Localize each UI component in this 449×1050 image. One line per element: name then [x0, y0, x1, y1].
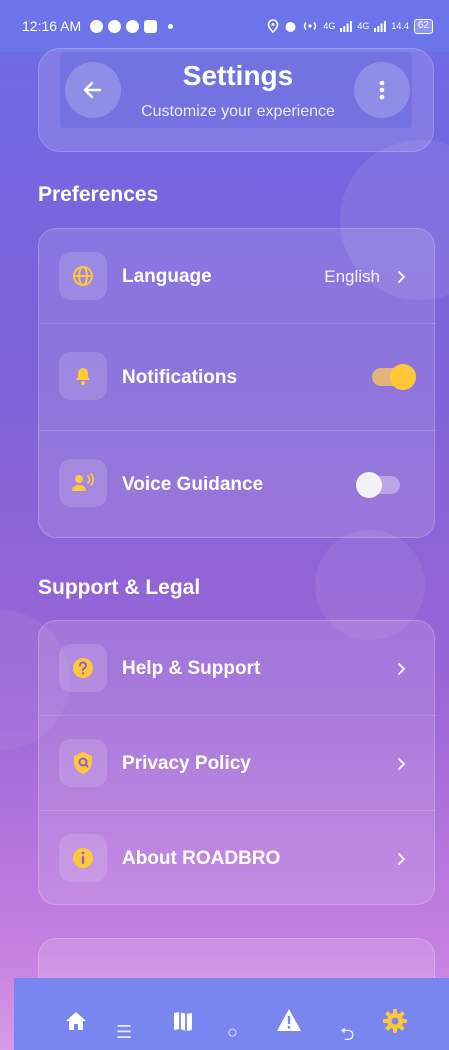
battery-indicator: 62 — [413, 18, 433, 34]
globe-icon — [59, 252, 107, 300]
about-label: About ROADBRO — [122, 848, 281, 869]
language-value: English — [324, 267, 380, 286]
info-icon — [59, 834, 107, 882]
preferences-group: Language English Notifications Voice Gui… — [38, 228, 436, 539]
alarm-icon — [285, 21, 296, 32]
nav-map[interactable] — [172, 1010, 194, 1032]
status-bar: 12:16 AM 4G 4G 14.4 62 — [0, 0, 449, 52]
alert-icon — [277, 1009, 301, 1031]
nav-settings[interactable] — [382, 1008, 408, 1034]
help-support-label: Help & Support — [122, 658, 261, 679]
app-notification-icon — [90, 19, 104, 33]
bottom-nav: ☰ ○ ⮌ — [14, 978, 449, 1050]
more-notifications-icon — [168, 23, 174, 29]
chevron-right-icon — [394, 270, 408, 284]
network-speed: 14.4 — [391, 21, 409, 31]
voice-icon — [59, 459, 107, 507]
notifications-row[interactable]: Notifications — [39, 324, 436, 430]
support-group: Help & Support Privacy Policy About ROAD… — [38, 620, 436, 906]
settings-screen: 12:16 AM 4G 4G 14.4 62 Settings Customiz… — [0, 0, 449, 1050]
gallery-notification-icon — [144, 19, 158, 33]
page-subtitle: Customize your experience — [141, 103, 335, 120]
help-icon — [59, 644, 107, 692]
section-title-preferences: Preferences — [38, 183, 159, 206]
nav-home[interactable] — [64, 1010, 88, 1032]
hotspot-icon — [304, 22, 317, 30]
more-options-button[interactable] — [354, 62, 410, 118]
signal-icon — [340, 20, 353, 32]
bell-icon — [59, 352, 107, 400]
app-notification-icon — [108, 19, 122, 33]
network-type-2: 4G — [357, 21, 370, 31]
gear-icon — [383, 1009, 407, 1033]
privacy-policy-label: Privacy Policy — [122, 753, 251, 774]
location-icon — [268, 19, 279, 33]
system-home-icon[interactable]: ○ — [227, 1022, 238, 1043]
status-time: 12:16 AM — [22, 18, 82, 34]
voice-guidance-toggle[interactable] — [356, 472, 400, 498]
notifications-label: Notifications — [122, 367, 238, 388]
home-icon — [66, 1012, 86, 1030]
arrow-left-icon — [83, 81, 102, 99]
system-back-icon[interactable]: ⮌ — [340, 1022, 354, 1050]
language-row[interactable]: Language English — [39, 229, 436, 323]
map-icon — [174, 1012, 192, 1032]
language-label: Language — [122, 266, 212, 287]
notifications-toggle[interactable] — [372, 364, 416, 390]
about-row[interactable]: About ROADBRO — [39, 811, 436, 906]
app-notification-icon — [126, 19, 140, 33]
toggle-knob — [356, 472, 382, 498]
nav-alerts[interactable] — [276, 1008, 302, 1032]
chevron-right-icon — [394, 757, 408, 771]
section-title-support: Support & Legal — [38, 576, 201, 599]
system-recents-icon[interactable]: ☰ — [116, 1022, 132, 1043]
signal-icon — [374, 20, 387, 32]
privacy-policy-row[interactable]: Privacy Policy — [39, 716, 436, 810]
chevron-right-icon — [394, 662, 408, 676]
page-title: Settings — [182, 60, 294, 91]
help-support-row[interactable]: Help & Support — [39, 621, 436, 715]
shield-icon — [59, 739, 107, 787]
more-vertical-icon — [379, 80, 385, 100]
chevron-right-icon — [394, 852, 408, 866]
voice-guidance-row[interactable]: Voice Guidance — [39, 431, 436, 539]
voice-guidance-label: Voice Guidance — [122, 474, 264, 495]
network-type-1: 4G — [323, 21, 336, 31]
toggle-knob — [390, 364, 416, 390]
